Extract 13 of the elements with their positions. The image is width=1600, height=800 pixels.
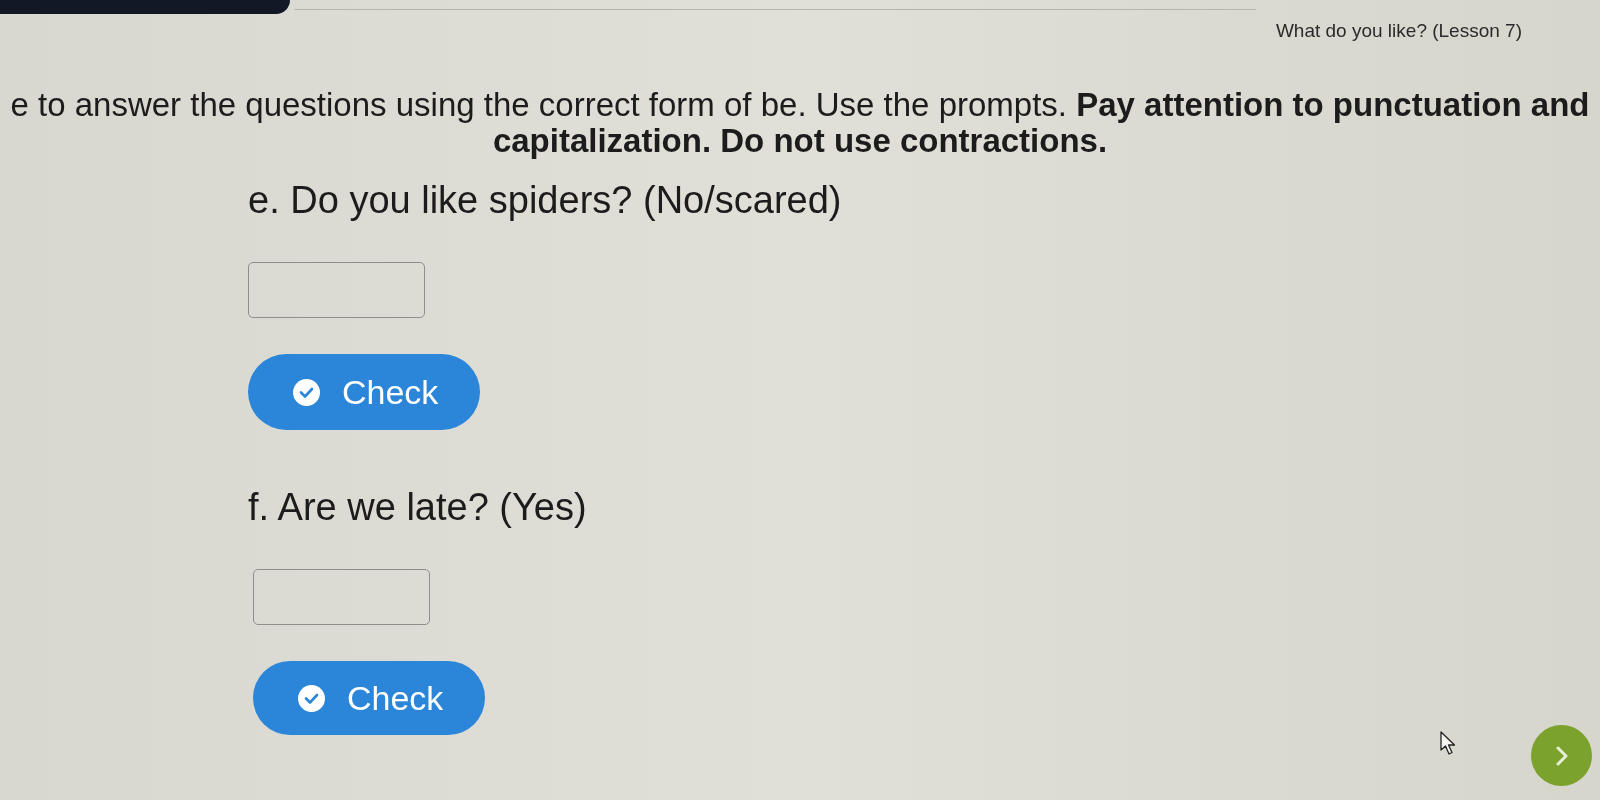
- next-button[interactable]: [1531, 725, 1592, 786]
- answer-field[interactable]: [253, 569, 430, 625]
- chevron-right-icon: [1554, 744, 1569, 767]
- answer-field[interactable]: [248, 262, 425, 318]
- mouse-pointer-icon: [1440, 731, 1457, 756]
- lesson-title: What do you like? (Lesson 7): [1275, 20, 1522, 42]
- question-prompt: e. Do you like spiders? (No/scared): [248, 180, 842, 220]
- question-prompt: f. Are we late? (Yes): [248, 487, 587, 527]
- check-button[interactable]: Check: [248, 354, 481, 430]
- instructions-text: e to answer the questions using the correct form of be. Use the prompts. Pay attention to punctuation and capitalization. Do not use contractions.: [9, 87, 1591, 159]
- check-button[interactable]: Check: [253, 661, 486, 735]
- checkmark-circle-icon: [293, 378, 320, 406]
- checkmark-circle-icon: [298, 684, 325, 712]
